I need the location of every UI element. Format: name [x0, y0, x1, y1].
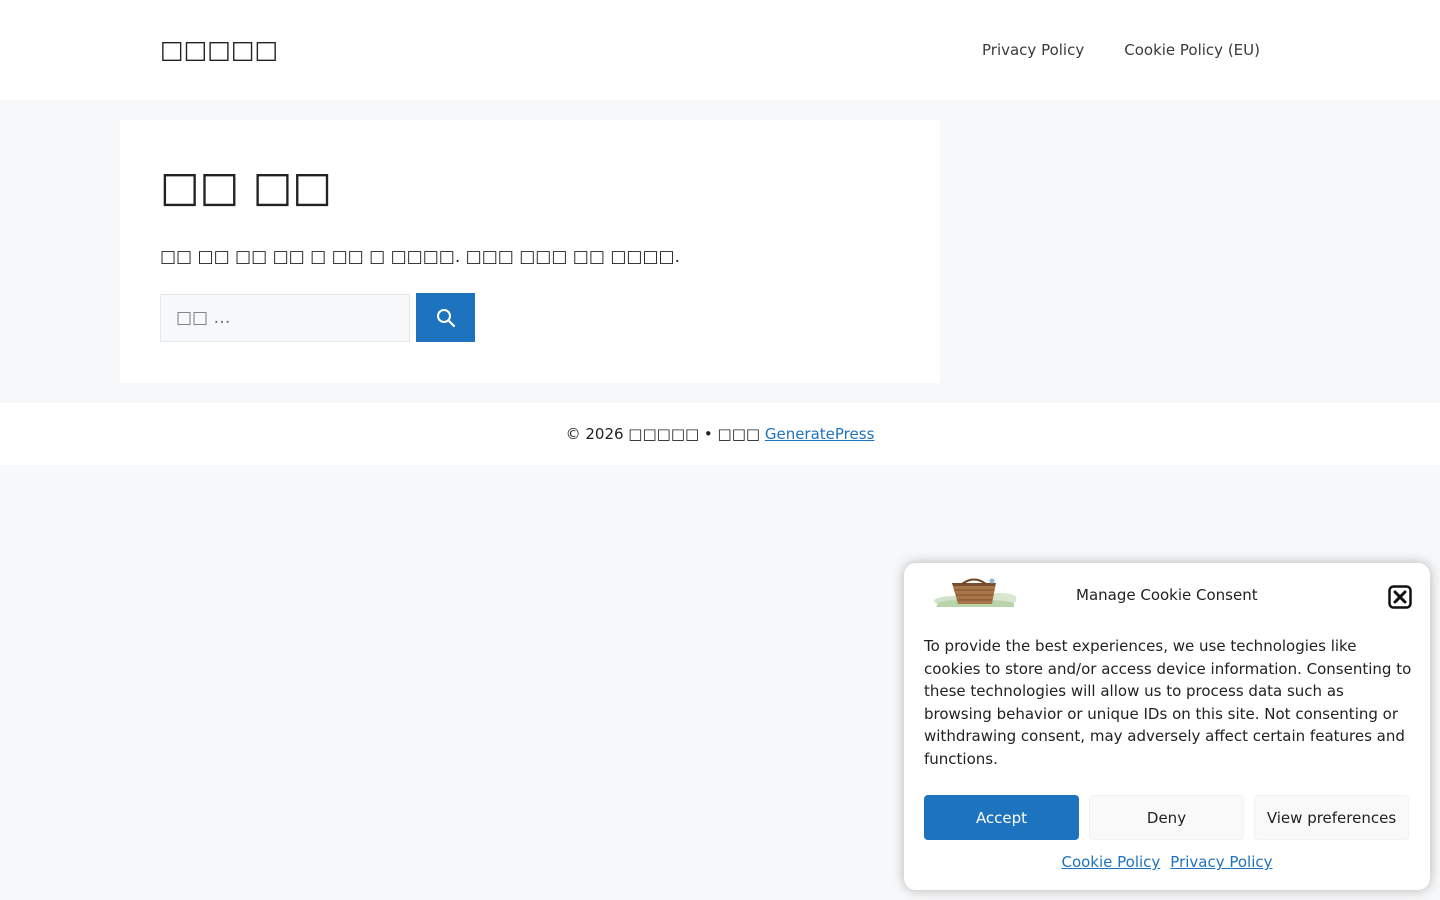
- footer-copyright: © 2026 □□□□□ • □□□ GeneratePress: [566, 423, 875, 445]
- cookie-button-group: Accept Deny View preferences: [924, 795, 1409, 840]
- nav-privacy-policy[interactable]: Privacy Policy: [982, 38, 1084, 62]
- site-footer: © 2026 □□□□□ • □□□ GeneratePress: [0, 403, 1440, 465]
- cookie-banner-title: Manage Cookie Consent: [1076, 586, 1258, 604]
- page-message: □□ □□ □□ □□ □ □□ □ □□□□. □□□ □□□ □□ □□□□…: [160, 247, 680, 267]
- site-header: □□□□□ Privacy Policy Cookie Policy (EU): [0, 0, 1440, 100]
- cookie-accept-button[interactable]: Accept: [924, 795, 1079, 840]
- cookie-consent-banner: Manage Cookie Consent To provide the bes…: [904, 563, 1430, 890]
- cookie-close-button[interactable]: [1388, 585, 1412, 609]
- footer-theme-link[interactable]: GeneratePress: [765, 425, 875, 443]
- close-icon: [1388, 585, 1412, 609]
- site-title-link[interactable]: □□□□□: [160, 32, 278, 68]
- main-navigation: Privacy Policy Cookie Policy (EU): [982, 38, 1260, 62]
- search-form: [160, 293, 475, 342]
- search-input[interactable]: [160, 294, 410, 342]
- content-area: □□ □□ □□ □□ □□ □□ □ □□ □ □□□□. □□□ □□□ □…: [120, 120, 940, 383]
- footer-copyright-text: © 2026 □□□□□ • □□□: [565, 425, 765, 443]
- cookie-banner-logo: [934, 577, 1016, 607]
- cookie-banner-links: Cookie Policy Privacy Policy: [904, 851, 1430, 873]
- page-title: □□ □□: [160, 162, 333, 211]
- cookie-policy-link[interactable]: Cookie Policy: [1061, 851, 1160, 873]
- search-button[interactable]: [416, 293, 475, 342]
- nav-cookie-policy-eu[interactable]: Cookie Policy (EU): [1124, 38, 1260, 62]
- cookie-preferences-button[interactable]: View preferences: [1254, 795, 1409, 840]
- basket-logo-image: [934, 577, 1016, 607]
- search-icon: [436, 308, 455, 327]
- privacy-policy-link[interactable]: Privacy Policy: [1170, 851, 1272, 873]
- cookie-banner-message: To provide the best experiences, we use …: [924, 637, 1412, 768]
- cookie-deny-button[interactable]: Deny: [1089, 795, 1244, 840]
